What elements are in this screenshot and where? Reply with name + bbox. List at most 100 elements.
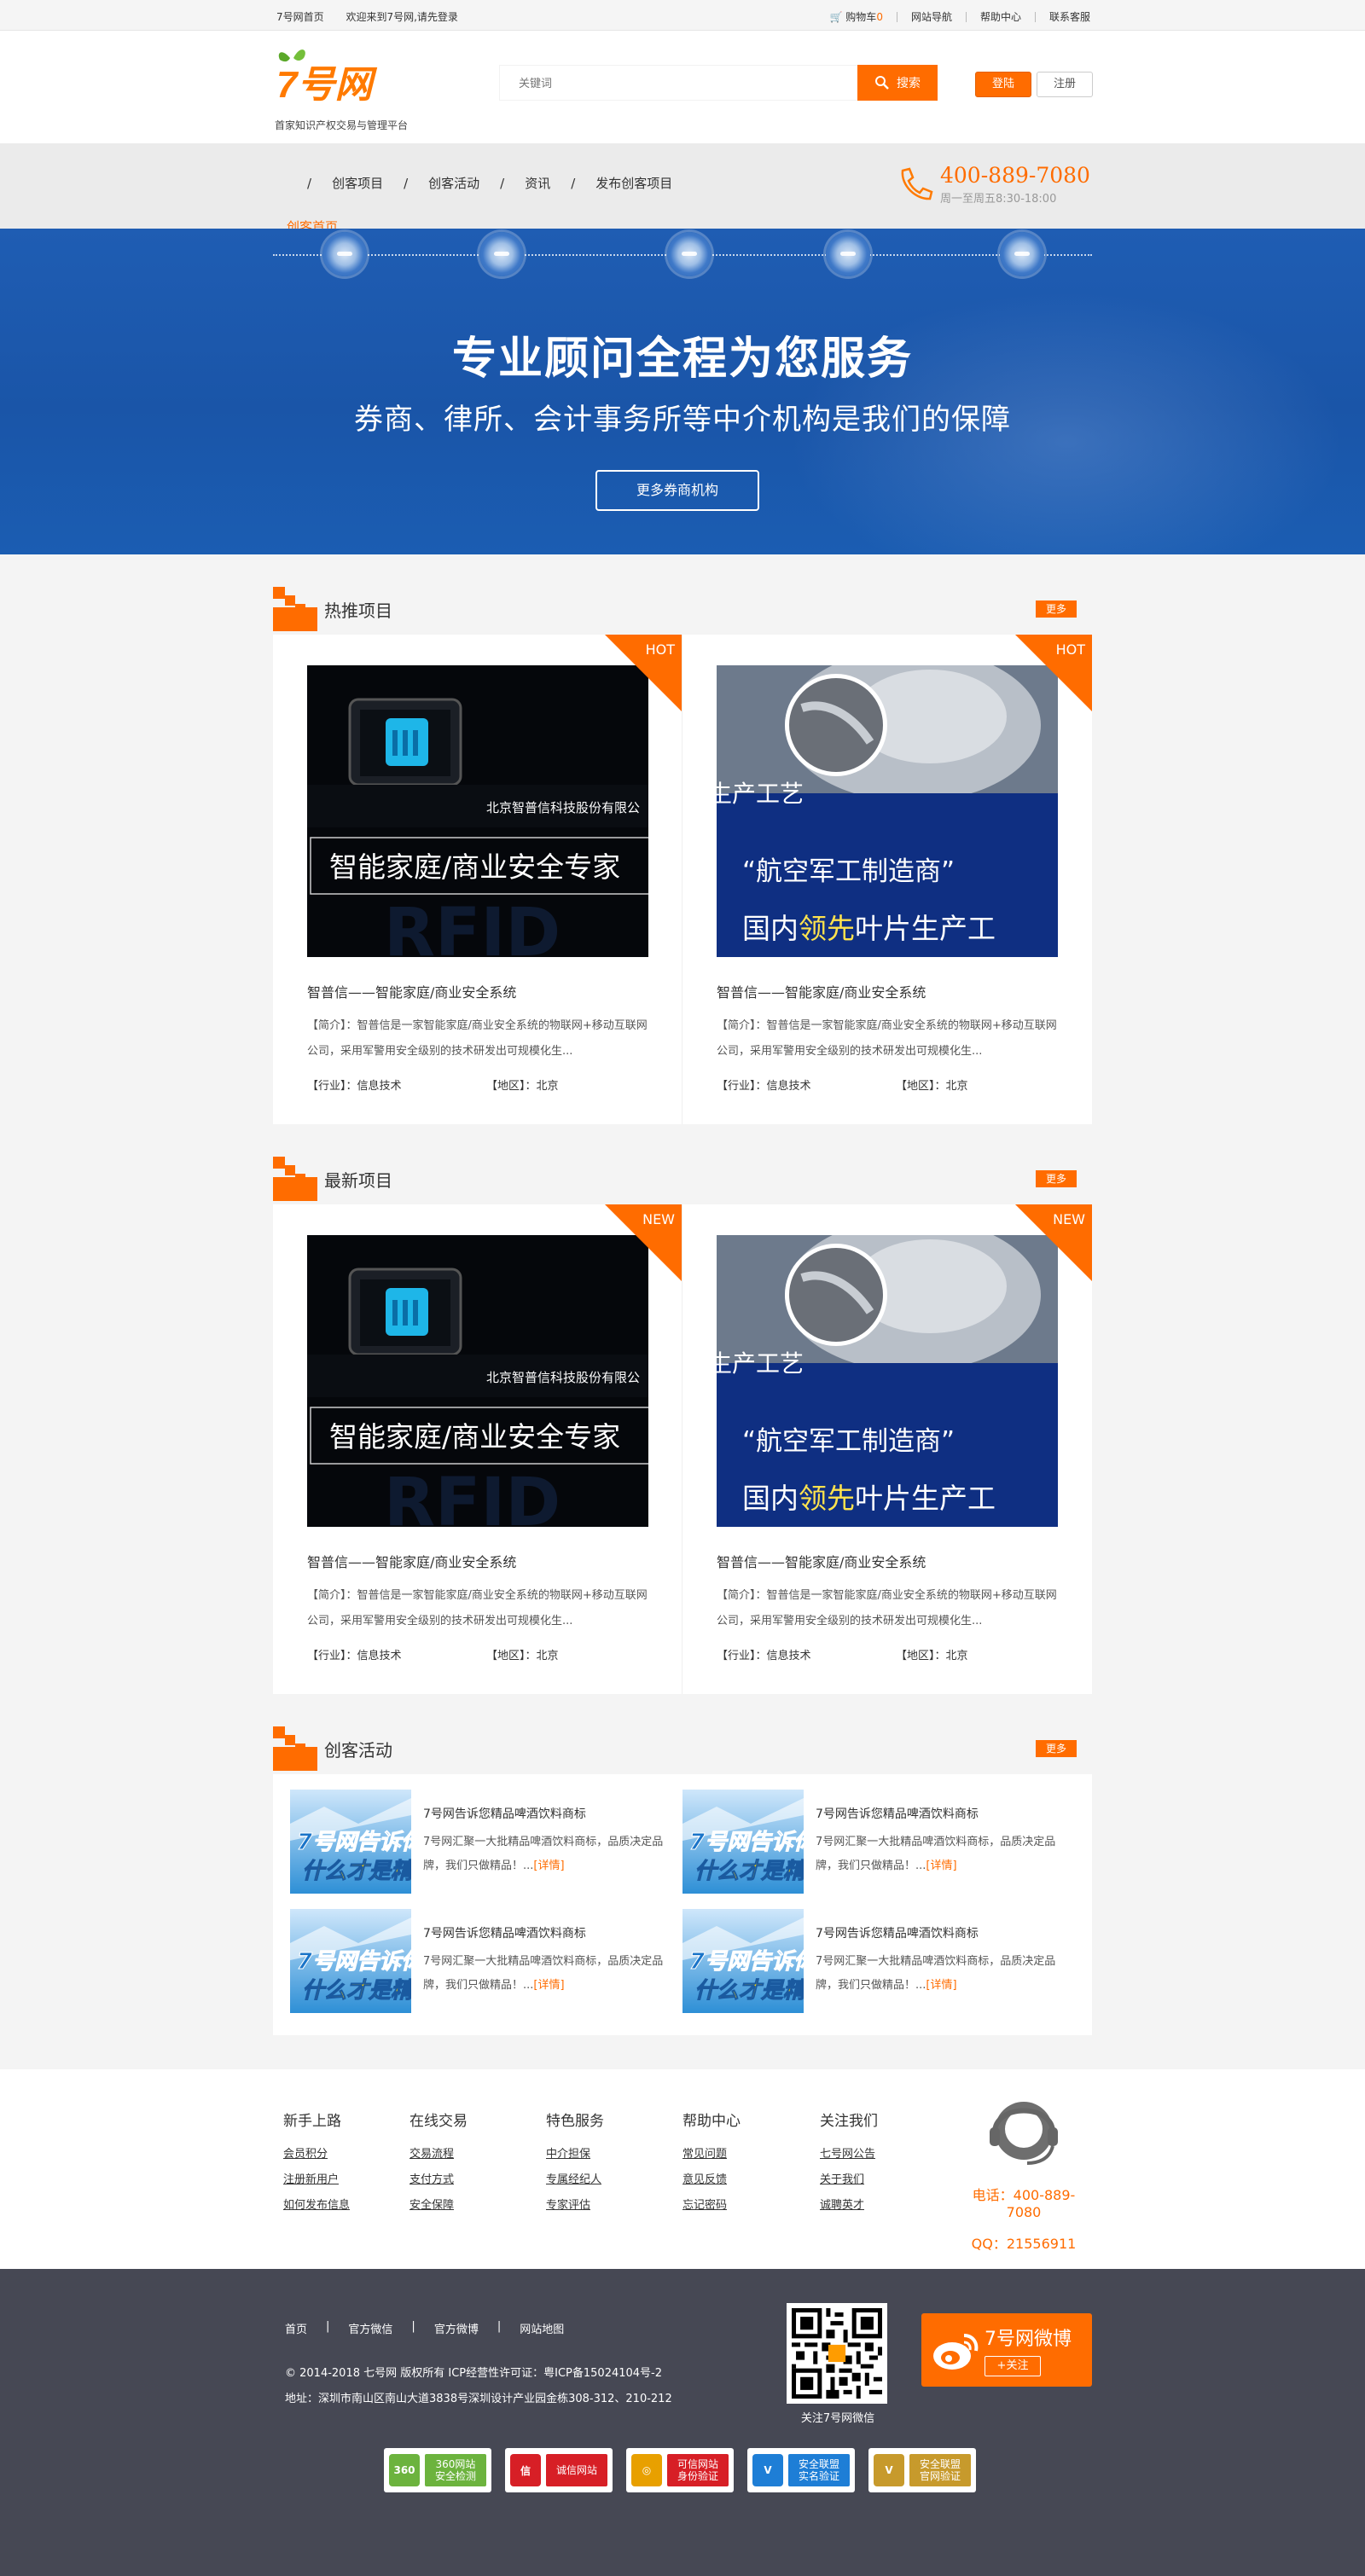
footer-link[interactable]: 会员积分 (283, 2142, 350, 2167)
activity-title[interactable]: 7号网告诉您精品啤酒饮料商标 (423, 1924, 586, 1941)
section-title: 创客活动 (324, 1740, 392, 1761)
footer-link[interactable]: 中介担保 (546, 2142, 604, 2167)
project-industry: 【行业】：信息技术 (307, 1650, 402, 1662)
svg-text:北京智普信科技股份有限公: 北京智普信科技股份有限公 (486, 1370, 640, 1385)
footer-nav-link[interactable]: 官方微博 (434, 2320, 479, 2336)
svg-text:什么才是精: 什么才是精 (694, 1978, 804, 2004)
activity-item[interactable]: 7号网告诉你 什么才是精 7号网告诉您精品啤酒饮料商标 7号网汇聚一大批精品啤酒饮… (290, 1909, 682, 2013)
project-name[interactable]: 智普信——智能家庭/商业安全系统 (307, 981, 516, 1001)
footer-link[interactable]: 专家评估 (546, 2193, 604, 2219)
svg-text:国内领先叶片生产工: 国内领先叶片生产工 (742, 912, 996, 945)
divider (1034, 11, 1036, 22)
detail-link[interactable]: [详情] (533, 1979, 564, 1992)
footer-link[interactable]: 七号网公告 (820, 2142, 878, 2167)
project-name[interactable]: 智普信——智能家庭/商业安全系统 (717, 1551, 926, 1571)
banner-more-button[interactable]: 更多券商机构 (595, 470, 759, 511)
logo[interactable]: 7号网 首家知识产权交易与管理平台 (275, 41, 445, 131)
site-nav-link[interactable]: 网站导航 (911, 9, 952, 24)
footer-link[interactable]: 如何发布信息 (283, 2193, 350, 2219)
project-region: 【地区】：北京 (896, 1650, 968, 1662)
badge-credit[interactable]: 信诚信网站 (505, 2448, 613, 2492)
activity-title[interactable]: 7号网告诉您精品啤酒饮料商标 (816, 1924, 979, 1941)
project-region: 【地区】：北京 (486, 1080, 559, 1093)
badge-official[interactable]: V 安全联盟 官网验证 (868, 2448, 976, 2492)
activity-image[interactable]: 7号网告诉你 什么才是精 (290, 1909, 411, 2013)
detail-link[interactable]: [详情] (533, 1859, 564, 1872)
search-input[interactable] (500, 66, 857, 100)
hot-cards: 北京智普信科技股份有限公 智能家庭/商业安全专家 RFID HOT 智普信——智… (273, 635, 1092, 1124)
weibo-box[interactable]: 7号网微博 +关注 (921, 2313, 1092, 2387)
footer-link[interactable]: 常见问题 (682, 2142, 741, 2167)
project-image[interactable]: 北京智普信科技股份有限公 智能家庭/商业安全专家 RFID (307, 665, 648, 957)
footer-link[interactable]: 诚聘英才 (820, 2193, 878, 2219)
badge-text: 安全联盟 官网验证 (909, 2454, 971, 2486)
footer-link[interactable]: 意见反馈 (682, 2167, 741, 2193)
register-button[interactable]: 注册 (1037, 72, 1093, 97)
help-link[interactable]: 帮助中心 (980, 9, 1021, 24)
activity-image[interactable]: 7号网告诉你 什么才是精 (682, 1790, 804, 1894)
project-card[interactable]: 北京智普信科技股份有限公 智能家庭/商业安全专家 RFID NEW 智普信——智… (273, 1204, 682, 1694)
project-card[interactable]: 北京智普信科技股份有限公 智能家庭/商业安全专家 RFID HOT 智普信——智… (273, 635, 682, 1124)
login-button[interactable]: 登陆 (975, 72, 1031, 97)
detail-link[interactable]: [详情] (926, 1859, 956, 1872)
detail-link[interactable]: [详情] (926, 1979, 956, 1992)
more-button[interactable]: 更多 (1036, 1170, 1077, 1187)
footer-nav-link[interactable]: 官方微信 (348, 2320, 392, 2336)
footer-link[interactable]: 安全保障 (410, 2193, 468, 2219)
activity-item[interactable]: 7号网告诉你 什么才是精 7号网告诉您精品啤酒饮料商标 7号网汇聚一大批精品啤酒饮… (682, 1790, 1075, 1894)
contact-link[interactable]: 联系客服 (1049, 9, 1090, 24)
svg-text:国内领先叶片生产工: 国内领先叶片生产工 (742, 1482, 996, 1515)
project-region: 【地区】：北京 (896, 1080, 968, 1093)
footer-link[interactable]: 注册新用户 (283, 2167, 350, 2193)
activities-section-header: 创客活动 更多 (273, 1726, 1092, 1771)
footer-link[interactable]: 关于我们 (820, 2167, 878, 2193)
column-title: 特色服务 (546, 2113, 604, 2130)
project-card[interactable]: 生产工艺 “航空军工制造商” 国内领先叶片生产工 NEW 智普信——智能家庭/商… (682, 1204, 1092, 1694)
svg-text:生产工艺: 生产工艺 (717, 1349, 804, 1378)
link-column: 关注我们 七号网公告 关于我们 诚聘英才 (820, 2109, 878, 2219)
activity-image[interactable]: 7号网告诉你 什么才是精 (290, 1790, 411, 1894)
badge-realname[interactable]: V 安全联盟 实名验证 (747, 2448, 855, 2492)
activity-desc: 7号网汇聚一大批精品啤酒饮料商标，品质决定品牌，我们只做精品！...[详情] (423, 1955, 664, 1992)
weibo-follow-button[interactable]: +关注 (985, 2356, 1041, 2376)
footer-link[interactable]: 忘记密码 (682, 2193, 741, 2219)
badge-360[interactable]: 360 360网站 安全检测 (384, 2448, 491, 2492)
svg-text:7号网告诉你: 7号网告诉你 (297, 1830, 411, 1855)
link-column: 帮助中心 常见问题 意见反馈 忘记密码 (682, 2109, 741, 2219)
column-title: 帮助中心 (682, 2113, 741, 2130)
footer-nav-link[interactable]: 网站地图 (520, 2320, 564, 2336)
activity-title[interactable]: 7号网告诉您精品啤酒饮料商标 (423, 1805, 586, 1822)
home-link[interactable]: 7号网首页 (276, 11, 324, 23)
project-meta: 【行业】：信息技术 【地区】：北京 (717, 1646, 968, 1662)
badge-trusted[interactable]: ◎ 可信网站 身份验证 (626, 2448, 734, 2492)
project-meta: 【行业】：信息技术 【地区】：北京 (307, 1076, 559, 1093)
project-industry: 【行业】：信息技术 (717, 1650, 811, 1662)
footer-link[interactable]: 专属经纪人 (546, 2167, 604, 2193)
project-image[interactable]: 北京智普信科技股份有限公 智能家庭/商业安全专家 RFID (307, 1235, 648, 1527)
more-button[interactable]: 更多 (1036, 600, 1077, 618)
project-card[interactable]: 生产工艺 “航空军工制造商” 国内领先叶片生产工 HOT 智普信——智能家庭/商… (682, 635, 1092, 1124)
seal-icon: ◎ (631, 2454, 662, 2486)
footer-link[interactable]: 支付方式 (410, 2167, 468, 2193)
hot-section-header: 热推项目 更多 (273, 587, 1092, 631)
svg-text:“航空军工制造商”: “航空军工制造商” (742, 1426, 955, 1457)
svg-text:7号网告诉你: 7号网告诉你 (297, 1949, 411, 1975)
project-image[interactable]: 生产工艺 “航空军工制造商” 国内领先叶片生产工 (717, 1235, 1058, 1527)
activity-item[interactable]: 7号网告诉你 什么才是精 7号网告诉您精品啤酒饮料商标 7号网汇聚一大批精品啤酒饮… (682, 1909, 1075, 2013)
activity-title[interactable]: 7号网告诉您精品啤酒饮料商标 (816, 1805, 979, 1822)
footer-separator: | (326, 2320, 330, 2333)
project-name[interactable]: 智普信——智能家庭/商业安全系统 (717, 981, 926, 1001)
cart-icon: 🛒 (829, 11, 843, 23)
cart-link[interactable]: 🛒 购物车0 (830, 9, 883, 24)
footer-link[interactable]: 交易流程 (410, 2142, 468, 2167)
footer-nav-link[interactable]: 首页 (285, 2320, 307, 2336)
project-intro: 【简介】：智普信是一家智能家庭/商业安全系统的物联网+移动互联网公司，采用军警用… (717, 1589, 1057, 1627)
activity-item[interactable]: 7号网告诉你 什么才是精 7号网告诉您精品啤酒饮料商标 7号网汇聚一大批精品啤酒饮… (290, 1790, 682, 1894)
search-button[interactable]: 搜索 (857, 65, 938, 101)
project-image[interactable]: 生产工艺 “航空军工制造商” 国内领先叶片生产工 (717, 665, 1058, 957)
activity-image[interactable]: 7号网告诉你 什么才是精 (682, 1909, 804, 2013)
welcome-text: 欢迎来到7号网,请先登录 (346, 11, 458, 23)
project-intro: 【简介】：智普信是一家智能家庭/商业安全系统的物联网+移动互联网公司，采用军警用… (717, 1019, 1057, 1058)
more-button[interactable]: 更多 (1036, 1740, 1077, 1757)
project-name[interactable]: 智普信——智能家庭/商业安全系统 (307, 1551, 516, 1571)
